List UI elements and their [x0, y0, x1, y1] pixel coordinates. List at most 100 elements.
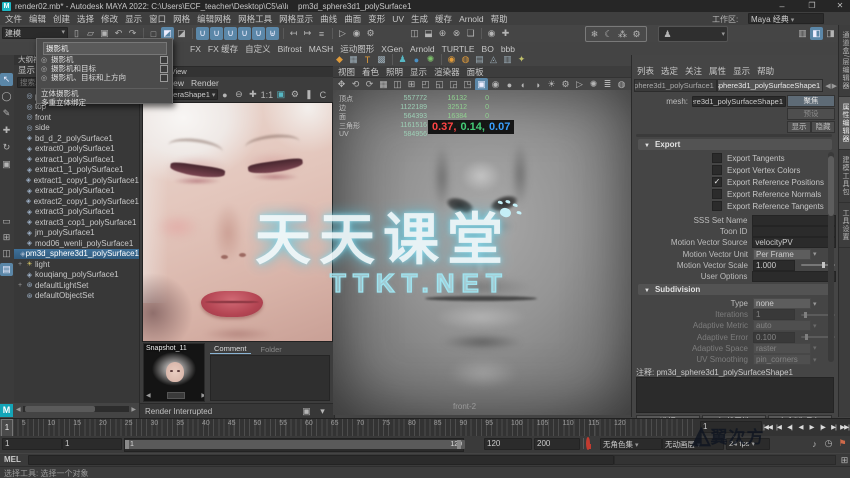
playback-start-field[interactable]: 1 — [62, 438, 122, 450]
attribute-dropdown[interactable]: Per Frame — [753, 249, 811, 260]
pan-icon[interactable]: ✚ — [246, 88, 259, 101]
viewport-menu-item[interactable]: 面板 — [467, 66, 484, 78]
command-language-toggle[interactable]: MEL — [4, 455, 21, 464]
camera-menu-item[interactable]: ◎摄影机、目标和上方向 — [37, 73, 172, 82]
gear-icon[interactable]: ⚙ — [630, 28, 643, 41]
outliner-item[interactable]: ◈extract3_polySurface1 — [14, 207, 139, 218]
attribute-field[interactable] — [752, 271, 836, 282]
outliner-item[interactable]: ◎front — [14, 112, 139, 123]
moon-icon[interactable]: ☾ — [602, 28, 615, 41]
minimize-button[interactable]: – — [772, 1, 792, 11]
maximize-button[interactable]: ❐ — [802, 1, 822, 10]
zoom-out-icon[interactable]: ⊖ — [232, 88, 245, 101]
toolbar-icon[interactable]: ◉ — [445, 53, 458, 66]
scroll-left-icon[interactable]: ◀ — [16, 406, 21, 413]
shelf-tab[interactable]: FX — [190, 44, 201, 54]
viewport-menu-item[interactable]: 渲染器 — [434, 66, 460, 78]
outliner-menu-item[interactable]: 显示 — [18, 64, 35, 76]
attribute-editor-scrollbar[interactable] — [828, 152, 834, 362]
ipr-render-icon[interactable]: ◉ — [350, 27, 363, 40]
rotate-tool-icon[interactable]: ↻ — [0, 141, 13, 154]
attribute-dropdown[interactable]: raster — [753, 343, 811, 354]
select-tool-icon[interactable]: ↖ — [0, 73, 13, 86]
snap-curve-icon[interactable]: ∪ — [210, 27, 223, 40]
attribute-field[interactable] — [752, 226, 836, 237]
timeline-ruler[interactable]: 5101520253035404550556065707580859095100… — [0, 419, 697, 436]
menu-item[interactable]: 曲线 — [320, 13, 337, 25]
collapsed-section-bar[interactable] — [636, 134, 832, 137]
playback-button[interactable]: ▶ — [806, 421, 817, 433]
prev-snapshot-icon[interactable]: ◀ — [146, 392, 151, 399]
outliner-persp-layout-icon[interactable]: ▤ — [0, 263, 13, 276]
mute-audio-icon[interactable]: ♪ — [808, 437, 821, 450]
menu-item[interactable]: 网格 — [173, 13, 190, 25]
outliner-item[interactable]: ◈extract3_cop1_polySurface1 — [14, 217, 139, 228]
outliner-hscrollbar[interactable]: ◀ ▶ — [16, 405, 136, 413]
scrollbar-thumb[interactable] — [25, 406, 95, 412]
outliner-item[interactable]: ◈jm_polySurface1 — [14, 228, 139, 239]
character-set-dropdown[interactable]: 无角色集▾ — [600, 438, 662, 450]
attribute-editor-menu-item[interactable]: 选定 — [661, 65, 678, 77]
attribute-editor-menu-item[interactable]: 关注 — [685, 65, 702, 77]
next-snapshot-icon[interactable]: ▶ — [201, 392, 205, 399]
menu-item[interactable]: 创建 — [53, 13, 70, 25]
animation-preferences-icon[interactable]: ⚑ — [836, 437, 849, 450]
tab-comment[interactable]: Comment — [210, 344, 251, 354]
attribute-field[interactable]: velocityPV — [752, 237, 836, 248]
shelf-tab[interactable]: 自定义 — [245, 43, 271, 55]
attribute-editor-menu-item[interactable]: 列表 — [637, 65, 654, 77]
tool-settings-toggle-icon[interactable]: ◨ — [824, 27, 837, 40]
playback-button[interactable]: |▶ — [817, 421, 828, 433]
menu-item[interactable]: 生成 — [411, 13, 428, 25]
outliner-item[interactable]: ◈extract0_polySurface1 — [14, 144, 139, 155]
plus-icon[interactable]: ⊕ — [436, 27, 449, 40]
camera-menu-item[interactable]: 多重立体绑定 — [37, 98, 172, 107]
shelf-tab[interactable]: FX 缓存 — [208, 43, 238, 55]
outliner-item[interactable]: ◈extract2_polySurface1 — [14, 186, 139, 197]
checkbox[interactable] — [712, 189, 722, 199]
sparkles-icon[interactable]: ⁂ — [616, 28, 629, 41]
menu-item[interactable]: 编辑网格 — [197, 13, 231, 25]
workspace-panel-icon[interactable]: ▥ — [796, 27, 809, 40]
outliner-item[interactable]: ◈extract1_copy1_polySurface1 — [14, 175, 139, 186]
symmetry-icon[interactable]: ✚ — [499, 27, 512, 40]
checkbox[interactable] — [712, 153, 722, 163]
playback-button[interactable]: ▶| — [828, 421, 839, 433]
toolbar-icon[interactable]: ▤ — [473, 53, 486, 66]
output-connections-icon[interactable]: ↦ — [301, 27, 314, 40]
presets-button[interactable]: 预设 — [787, 108, 835, 120]
range-bar[interactable]: 1 120 — [127, 440, 465, 449]
outliner-item[interactable]: ⊛defaultObjectSet — [14, 291, 139, 302]
menu-item[interactable]: 编辑 — [29, 13, 46, 25]
four-pane-layout-icon[interactable]: ⊞ — [0, 231, 13, 244]
outliner-item[interactable]: ◎side — [14, 123, 139, 134]
user-icon[interactable]: ♟ — [661, 28, 674, 41]
notes-textarea[interactable] — [636, 377, 834, 413]
render-settings-icon[interactable]: ⚙ — [364, 27, 377, 40]
menu-item[interactable]: 曲面 — [344, 13, 361, 25]
expand-toggle-icon[interactable]: + — [16, 261, 24, 268]
toolbar-icon[interactable]: ● — [410, 53, 423, 66]
actual-size-icon[interactable]: 1:1 — [260, 88, 273, 101]
snowflake-icon[interactable]: ❄ — [588, 28, 601, 41]
viewport-menu-item[interactable]: 显示 — [410, 66, 427, 78]
option-box[interactable] — [160, 74, 168, 82]
command-input[interactable] — [28, 455, 614, 465]
two-pane-layout-icon[interactable]: ◫ — [0, 247, 13, 260]
toolbar-icon[interactable]: T — [361, 53, 374, 66]
playback-button[interactable]: ▶▶| — [839, 421, 850, 433]
attribute-editor-menu-item[interactable]: 属性 — [709, 65, 726, 77]
checkbox[interactable]: ✓ — [712, 177, 722, 187]
menu-item[interactable]: 文件 — [5, 13, 22, 25]
sidebar-tab[interactable]: 通道盒/层编辑器 — [839, 25, 850, 97]
viewport-menu-item[interactable]: 视图 — [338, 66, 355, 78]
chevron-down-icon[interactable]: ▾ — [316, 405, 329, 418]
render-current-frame-icon[interactable]: ▷ — [336, 27, 349, 40]
toolbar-icon[interactable]: ◍ — [459, 53, 472, 66]
outliner-item[interactable]: ◈mod06_wenli_polySurface1 — [14, 238, 139, 249]
snapshot-icon[interactable]: ● — [218, 88, 231, 101]
toolbar-icon[interactable]: ▦ — [347, 53, 360, 66]
comment-textarea[interactable] — [210, 355, 330, 401]
display-mode-icon[interactable]: ▣ — [274, 88, 287, 101]
snap-point-icon[interactable]: ∪ — [224, 27, 237, 40]
